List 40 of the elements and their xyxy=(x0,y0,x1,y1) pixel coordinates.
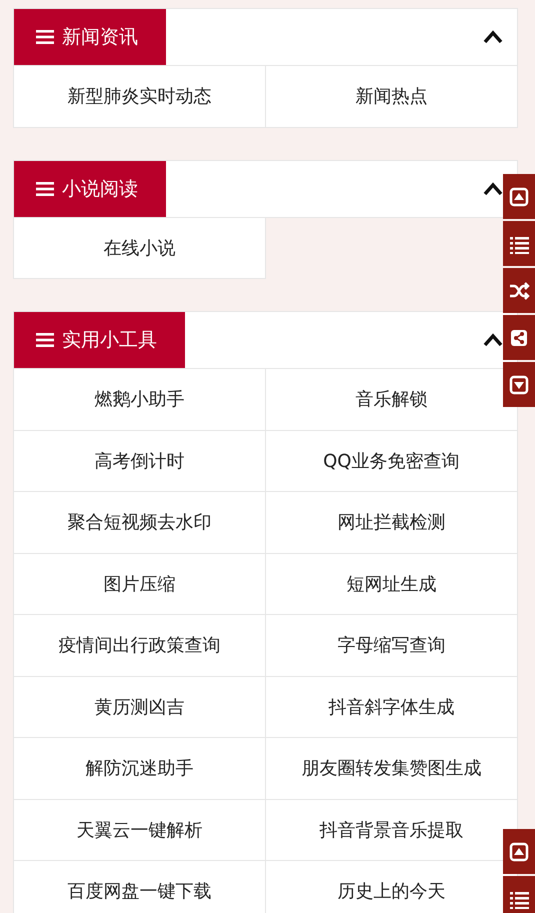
chevron-icon[interactable] xyxy=(483,182,503,196)
sidebar-button[interactable] xyxy=(503,829,535,874)
link-item[interactable]: 聚合短视频去水印 xyxy=(13,492,266,554)
section-header[interactable]: 实用小工具 xyxy=(13,311,518,369)
section-title-text: 实用小工具 xyxy=(62,328,157,353)
link-item[interactable]: 音乐解锁 xyxy=(266,369,518,430)
sidebar-button[interactable] xyxy=(503,876,535,913)
link-item[interactable]: 百度网盘一键下载 xyxy=(13,861,266,913)
link-item[interactable]: 天翼云一键解析 xyxy=(13,800,266,861)
menu-icon xyxy=(36,180,54,196)
link-item[interactable]: 网址拦截检测 xyxy=(266,492,518,554)
link-item[interactable]: 疫情间出行政策查询 xyxy=(13,615,266,676)
menu-icon xyxy=(36,29,54,45)
link-item[interactable]: 朋友圈转发集赞图生成 xyxy=(266,738,518,800)
sidebar-button[interactable] xyxy=(503,268,535,313)
link-item[interactable]: 燃鹅小助手 xyxy=(13,369,266,430)
chevron-icon[interactable] xyxy=(483,30,503,44)
section-title-text: 新闻资讯 xyxy=(62,25,138,50)
section-header[interactable]: 新闻资讯 xyxy=(13,8,518,66)
link-item[interactable]: 历史上的今天 xyxy=(266,861,518,913)
sidebar-button[interactable] xyxy=(503,315,535,360)
link-item[interactable]: 新型肺炎实时动态 xyxy=(13,66,266,128)
link-item[interactable]: 短网址生成 xyxy=(266,554,518,615)
link-item[interactable]: QQ业务免密查询 xyxy=(266,430,518,492)
sidebar-button[interactable] xyxy=(503,174,535,219)
sidebar-button[interactable] xyxy=(503,221,535,266)
link-item[interactable]: 在线小说 xyxy=(13,218,266,279)
link-item[interactable]: 黄历测凶吉 xyxy=(13,676,266,738)
link-item[interactable]: 抖音斜字体生成 xyxy=(266,676,518,738)
chevron-icon[interactable] xyxy=(483,333,503,347)
section-header[interactable]: 小说阅读 xyxy=(13,160,518,218)
link-item[interactable]: 图片压缩 xyxy=(13,554,266,615)
link-item[interactable]: 字母缩写查询 xyxy=(266,615,518,676)
section-title-text: 小说阅读 xyxy=(62,176,138,202)
menu-icon xyxy=(36,332,54,348)
link-item[interactable]: 新闻热点 xyxy=(266,66,518,128)
link-item[interactable]: 高考倒计时 xyxy=(13,430,266,492)
link-item[interactable]: 抖音背景音乐提取 xyxy=(266,800,518,861)
link-item[interactable]: 解防沉迷助手 xyxy=(13,738,266,800)
sidebar-button[interactable] xyxy=(503,362,535,407)
